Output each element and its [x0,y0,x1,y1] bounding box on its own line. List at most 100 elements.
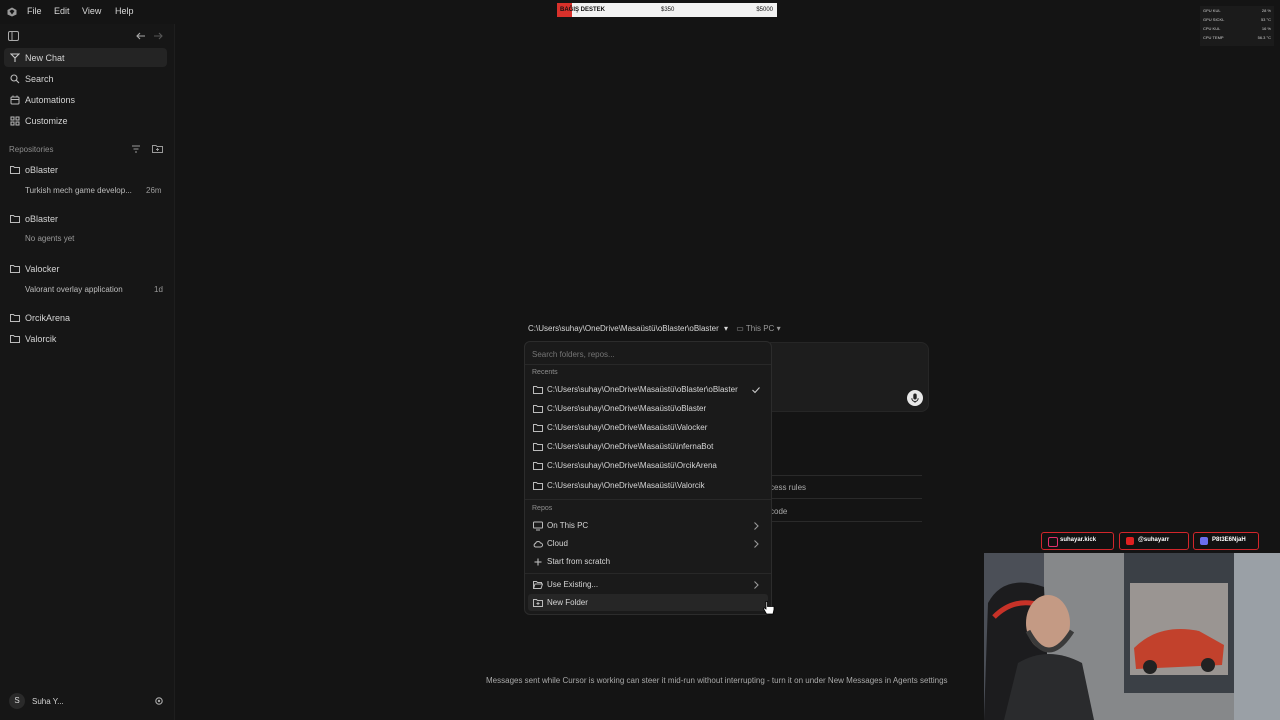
user-name[interactable]: Suha Y... [32,697,64,706]
add-folder-icon[interactable] [152,144,163,154]
repo-name: oBlaster [25,214,59,224]
recent-folder-item[interactable]: C:\Users\suhay\OneDrive\Masaüstü\Valorci… [528,477,768,494]
suggestion-item[interactable]: code [770,507,787,516]
start-from-scratch-item[interactable]: Start from scratch [528,553,768,570]
recent-folder-item[interactable]: C:\Users\suhay\OneDrive\Masaüstü\Valocke… [528,419,768,436]
folder-icon [533,461,543,471]
donation-progress-bar: BAĞIŞ DESTEK $350 $5000 [557,3,777,17]
repo-item[interactable]: Valocker [4,260,167,278]
repo-source-label: Start from scratch [547,557,611,566]
stats-row: CPU TEMP 56.3 °C [1203,35,1271,40]
folder-search-input[interactable] [532,347,762,361]
toggle-sidebar-icon[interactable] [8,31,19,41]
cloud-icon [533,539,543,549]
path-selector[interactable]: C:\Users\suhay\OneDrive\Masaüstü\oBlaste… [528,324,781,336]
nav-label: Customize [25,116,68,126]
social-label: @suhayarr [1138,537,1170,543]
forward-arrow-icon[interactable] [153,31,163,41]
repo-name: OrcikArena [25,313,71,323]
donation-label: BAĞIŞ DESTEK [560,7,606,13]
folder-open-icon [533,580,543,590]
action-label: New Folder [547,598,588,607]
donation-goal: $5000 [756,7,773,13]
social-label: suhayar.kick [1060,537,1097,543]
chevron-right-icon [752,539,760,549]
check-icon [751,385,761,395]
new-folder-item[interactable]: New Folder [528,594,768,611]
recent-folder-item[interactable]: C:\Users\suhay\OneDrive\Masaüstü\oBlaste… [528,381,768,398]
folder-path: C:\Users\suhay\OneDrive\Masaüstü\Valocke… [547,423,708,432]
new-folder-icon [533,598,543,608]
repo-item[interactable]: oBlaster [4,210,167,228]
agent-time: 1d [154,285,163,294]
divider [525,573,771,574]
repo-source-cloud[interactable]: Cloud [528,535,768,552]
divider [770,521,922,522]
agent-item[interactable]: Valorant overlay application [25,285,123,294]
settings-gear-icon[interactable] [154,696,164,706]
chevron-right-icon [752,521,760,531]
agent-time: 26m [146,186,162,195]
recent-folder-item[interactable]: C:\Users\suhay\OneDrive\Masaüstü\oBlaste… [528,400,768,417]
suggestion-item[interactable]: cess rules [770,483,806,492]
location-label: This PC [745,324,775,333]
chevron-down-icon: ▾ [776,324,781,333]
folder-icon [533,481,543,491]
social-pill-instagram: suhayar.kick [1041,532,1114,550]
automations-icon [10,95,20,105]
hint-message: Messages sent while Cursor is working ca… [486,676,948,685]
system-stats-overlay: GPU KUL 28 % GPU SICKL 53 °C CPU KUL 16 % C… [1200,6,1274,46]
menu-help[interactable]: Help [115,6,134,16]
plus-icon [533,557,543,567]
repo-item[interactable]: oBlaster [4,161,167,179]
recent-folder-item[interactable]: C:\Users\suhay\OneDrive\Masaüstü\inferna… [528,438,768,455]
stats-row: CPU KUL 16 % [1203,26,1271,31]
folder-icon [533,385,543,395]
new-chat-icon [10,53,20,63]
discord-icon [1200,537,1208,545]
nav-label: Automations [25,95,76,105]
nav-search[interactable]: Search [4,69,167,88]
filter-icon[interactable] [131,144,141,154]
composer-input[interactable] [770,342,929,412]
repo-name: Valocker [25,264,60,274]
repositories-heading: Repositories [9,145,54,154]
divider [770,498,922,499]
agent-item[interactable]: Turkish mech game develop... [25,186,132,195]
divider [525,499,771,500]
folder-path: C:\Users\suhay\OneDrive\Masaüstü\inferna… [547,442,714,451]
microphone-button[interactable] [907,390,923,406]
repo-source-on-this-pc[interactable]: On This PC [528,517,768,534]
nav-automations[interactable]: Automations [4,90,167,109]
menu-view[interactable]: View [82,6,101,16]
nav-label: New Chat [25,53,65,63]
agent-item: No agents yet [25,234,75,243]
folder-icon [10,334,20,344]
folder-icon [533,404,543,414]
instagram-icon [1048,537,1058,547]
use-existing-item[interactable]: Use Existing... [528,576,768,593]
repo-name: oBlaster [25,165,59,175]
repo-name: Valorcik [25,334,57,344]
repo-source-label: Cloud [547,539,568,548]
repos-heading: Repos [532,505,553,512]
back-arrow-icon[interactable] [136,31,146,41]
menu-file[interactable]: File [27,6,42,16]
cursor-logo-icon [7,7,17,17]
action-label: Use Existing... [547,580,599,589]
nav-new-chat[interactable]: New Chat [4,48,167,67]
folder-path: C:\Users\suhay\OneDrive\Masaüstü\oBlaste… [547,385,738,394]
menu-edit[interactable]: Edit [54,6,70,16]
divider [525,364,771,365]
computer-icon: ▭ [736,324,744,333]
recent-folder-item[interactable]: C:\Users\suhay\OneDrive\Masaüstü\OrcikAr… [528,457,768,474]
folder-icon [533,442,543,452]
repo-item[interactable]: OrcikArena [4,309,167,327]
folder-path: C:\Users\suhay\OneDrive\Masaüstü\Valorci… [547,481,705,490]
nav-customize[interactable]: Customize [4,111,167,130]
avatar[interactable]: S [9,693,25,709]
social-pill-discord: P8t3E6NjaH [1193,532,1259,550]
search-icon [10,74,20,84]
repo-item[interactable]: Valorcik [4,330,167,348]
youtube-icon [1126,537,1134,545]
